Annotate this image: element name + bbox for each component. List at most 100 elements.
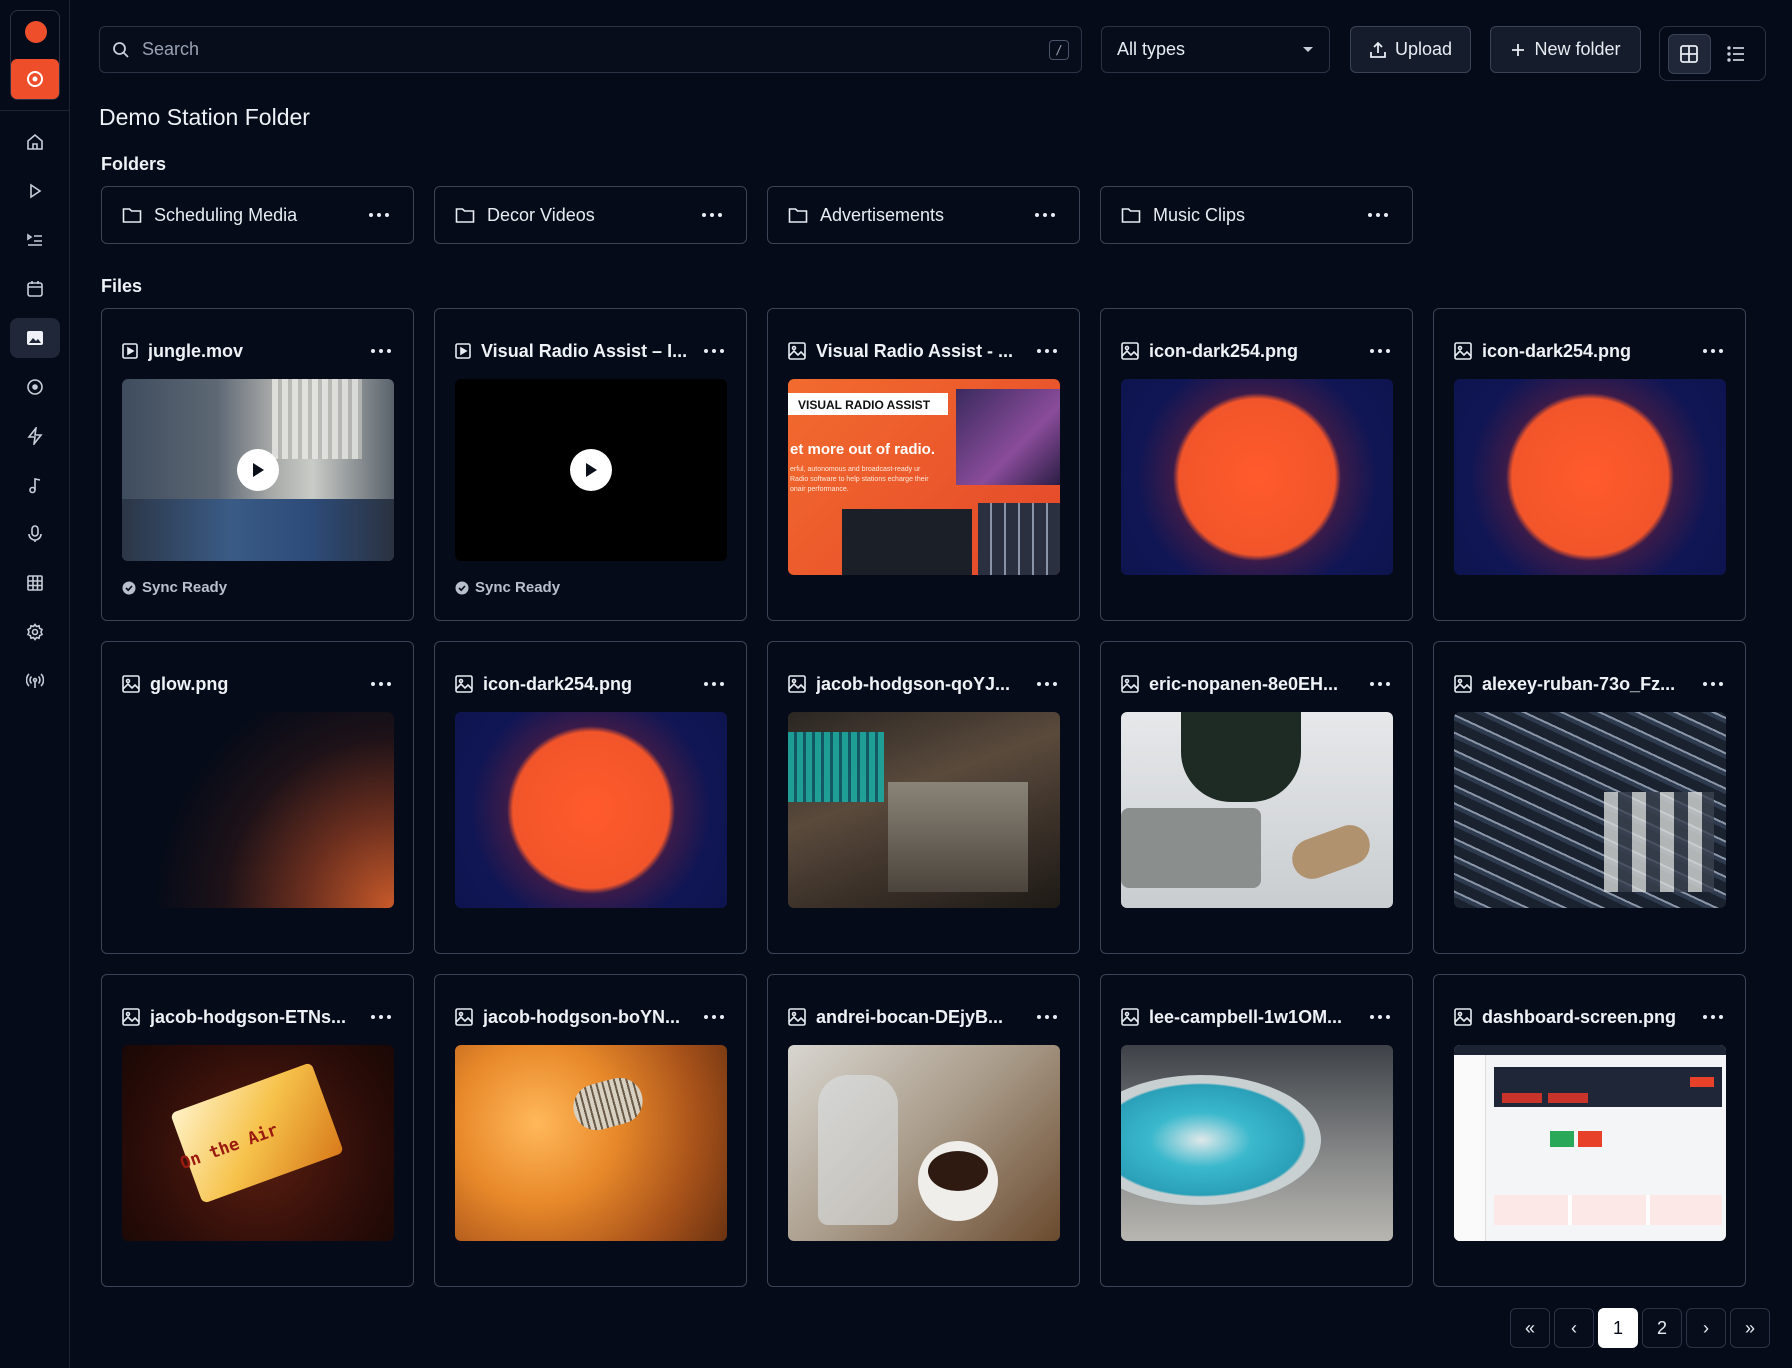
page-2-button[interactable]: 2 bbox=[1642, 1308, 1682, 1348]
station-record-icon[interactable] bbox=[11, 59, 59, 99]
more-options-icon[interactable] bbox=[1699, 682, 1727, 686]
sidebar-item-grid[interactable] bbox=[10, 563, 60, 603]
folder-card[interactable]: Scheduling Media bbox=[101, 186, 414, 244]
image-thumbnail[interactable] bbox=[1121, 1045, 1393, 1241]
sidebar-item-automation[interactable] bbox=[10, 416, 60, 456]
sidebar-item-play[interactable] bbox=[10, 171, 60, 211]
grid-view-button[interactable] bbox=[1668, 33, 1711, 74]
file-card[interactable]: icon-dark254.png bbox=[434, 641, 747, 954]
more-options-icon[interactable] bbox=[700, 349, 728, 353]
station-logo-icon[interactable] bbox=[25, 21, 47, 43]
play-button[interactable] bbox=[237, 449, 279, 491]
search-input[interactable] bbox=[142, 39, 1049, 60]
image-thumbnail[interactable] bbox=[1454, 379, 1726, 575]
first-page-button[interactable]: « bbox=[1510, 1308, 1550, 1348]
image-thumbnail[interactable]: VISUAL RADIO ASSIST et more out of radio… bbox=[788, 379, 1060, 575]
sidebar bbox=[0, 0, 70, 1368]
search-box[interactable]: / bbox=[99, 26, 1082, 73]
image-thumbnail[interactable] bbox=[1121, 379, 1393, 575]
image-thumbnail[interactable] bbox=[455, 1045, 727, 1241]
sidebar-item-voice[interactable] bbox=[10, 514, 60, 554]
file-card[interactable]: andrei-bocan-DEjyB... bbox=[767, 974, 1080, 1287]
image-thumbnail[interactable] bbox=[455, 712, 727, 908]
file-card[interactable]: lee-campbell-1w1OM... bbox=[1100, 974, 1413, 1287]
sidebar-item-calendar[interactable] bbox=[10, 269, 60, 309]
image-file-icon bbox=[1121, 342, 1139, 360]
page-1-button[interactable]: 1 bbox=[1598, 1308, 1638, 1348]
upload-label: Upload bbox=[1394, 39, 1453, 59]
more-options-icon[interactable] bbox=[698, 213, 726, 217]
more-options-icon[interactable] bbox=[1033, 682, 1061, 686]
file-card[interactable]: jungle.mov Sync Ready bbox=[101, 308, 414, 621]
sidebar-item-music[interactable] bbox=[10, 465, 60, 505]
prev-page-button[interactable]: ‹ bbox=[1554, 1308, 1594, 1348]
more-options-icon[interactable] bbox=[367, 682, 395, 686]
more-options-icon[interactable] bbox=[1033, 349, 1061, 353]
new-folder-button[interactable]: New folder bbox=[1490, 26, 1641, 73]
sync-status: Sync Ready bbox=[455, 579, 560, 596]
image-thumbnail[interactable] bbox=[1454, 712, 1726, 908]
file-name: Visual Radio Assist - ... bbox=[816, 340, 1014, 361]
list-view-button[interactable] bbox=[1715, 34, 1757, 74]
upload-button[interactable]: Upload bbox=[1350, 26, 1471, 73]
folder-name: Decor Videos bbox=[487, 204, 595, 225]
folder-icon bbox=[788, 208, 808, 223]
image-thumbnail[interactable]: On the Air bbox=[122, 1045, 394, 1241]
file-card[interactable]: jacob-hodgson-qoYJ... bbox=[767, 641, 1080, 954]
file-card[interactable]: alexey-ruban-73o_Fz... bbox=[1433, 641, 1746, 954]
file-card[interactable]: Visual Radio Assist – I... Sync Ready bbox=[434, 308, 747, 621]
microphone-icon bbox=[28, 525, 42, 542]
sidebar-item-playlist[interactable] bbox=[10, 220, 60, 260]
sidebar-item-media[interactable] bbox=[10, 318, 60, 358]
sidebar-divider bbox=[0, 110, 70, 111]
file-card[interactable]: Visual Radio Assist - ... VISUAL RADIO A… bbox=[767, 308, 1080, 621]
next-page-button[interactable]: › bbox=[1686, 1308, 1726, 1348]
more-options-icon[interactable] bbox=[1031, 213, 1059, 217]
file-card[interactable]: glow.png bbox=[101, 641, 414, 954]
more-options-icon[interactable] bbox=[1364, 213, 1392, 217]
folder-card[interactable]: Decor Videos bbox=[434, 186, 747, 244]
image-thumbnail[interactable] bbox=[1454, 1045, 1726, 1241]
folder-card[interactable]: Advertisements bbox=[767, 186, 1080, 244]
image-thumbnail[interactable] bbox=[1121, 712, 1393, 908]
file-card[interactable]: dashboard-screen.png bbox=[1433, 974, 1746, 1287]
more-options-icon[interactable] bbox=[365, 213, 393, 217]
file-card[interactable]: icon-dark254.png bbox=[1433, 308, 1746, 621]
folder-card[interactable]: Music Clips bbox=[1100, 186, 1413, 244]
more-options-icon[interactable] bbox=[367, 1015, 395, 1019]
file-name: glow.png bbox=[150, 673, 229, 694]
thumbnail-caption: VISUAL RADIO ASSIST bbox=[788, 393, 948, 415]
video-thumbnail[interactable] bbox=[455, 379, 727, 561]
play-button[interactable] bbox=[570, 449, 612, 491]
more-options-icon[interactable] bbox=[1699, 1015, 1727, 1019]
lightning-icon bbox=[27, 427, 43, 445]
more-options-icon[interactable] bbox=[700, 682, 728, 686]
type-filter-select[interactable]: All types bbox=[1101, 26, 1330, 73]
file-card[interactable]: eric-nopanen-8e0EH... bbox=[1100, 641, 1413, 954]
sidebar-item-home[interactable] bbox=[10, 122, 60, 162]
more-options-icon[interactable] bbox=[1699, 349, 1727, 353]
video-thumbnail[interactable] bbox=[122, 379, 394, 561]
more-options-icon[interactable] bbox=[1033, 1015, 1061, 1019]
more-options-icon[interactable] bbox=[1366, 349, 1394, 353]
more-options-icon[interactable] bbox=[367, 349, 395, 353]
caret-down-icon bbox=[1303, 46, 1313, 52]
sidebar-item-broadcast[interactable] bbox=[10, 661, 60, 701]
image-thumbnail[interactable] bbox=[788, 712, 1060, 908]
file-card[interactable]: jacob-hodgson-ETNs... On the Air bbox=[101, 974, 414, 1287]
file-card[interactable]: icon-dark254.png bbox=[1100, 308, 1413, 621]
more-options-icon[interactable] bbox=[1366, 682, 1394, 686]
app-switcher[interactable] bbox=[10, 10, 60, 100]
folder-icon bbox=[122, 208, 142, 223]
more-options-icon[interactable] bbox=[1366, 1015, 1394, 1019]
sidebar-item-live[interactable] bbox=[10, 367, 60, 407]
image-thumbnail[interactable] bbox=[122, 712, 394, 908]
image-thumbnail[interactable] bbox=[788, 1045, 1060, 1241]
sidebar-item-settings[interactable] bbox=[10, 612, 60, 652]
record-icon bbox=[27, 379, 43, 395]
last-page-button[interactable]: » bbox=[1730, 1308, 1770, 1348]
more-options-icon[interactable] bbox=[700, 1015, 728, 1019]
image-file-icon bbox=[122, 675, 140, 693]
file-card[interactable]: jacob-hodgson-boYN... bbox=[434, 974, 747, 1287]
folder-icon bbox=[455, 208, 475, 223]
